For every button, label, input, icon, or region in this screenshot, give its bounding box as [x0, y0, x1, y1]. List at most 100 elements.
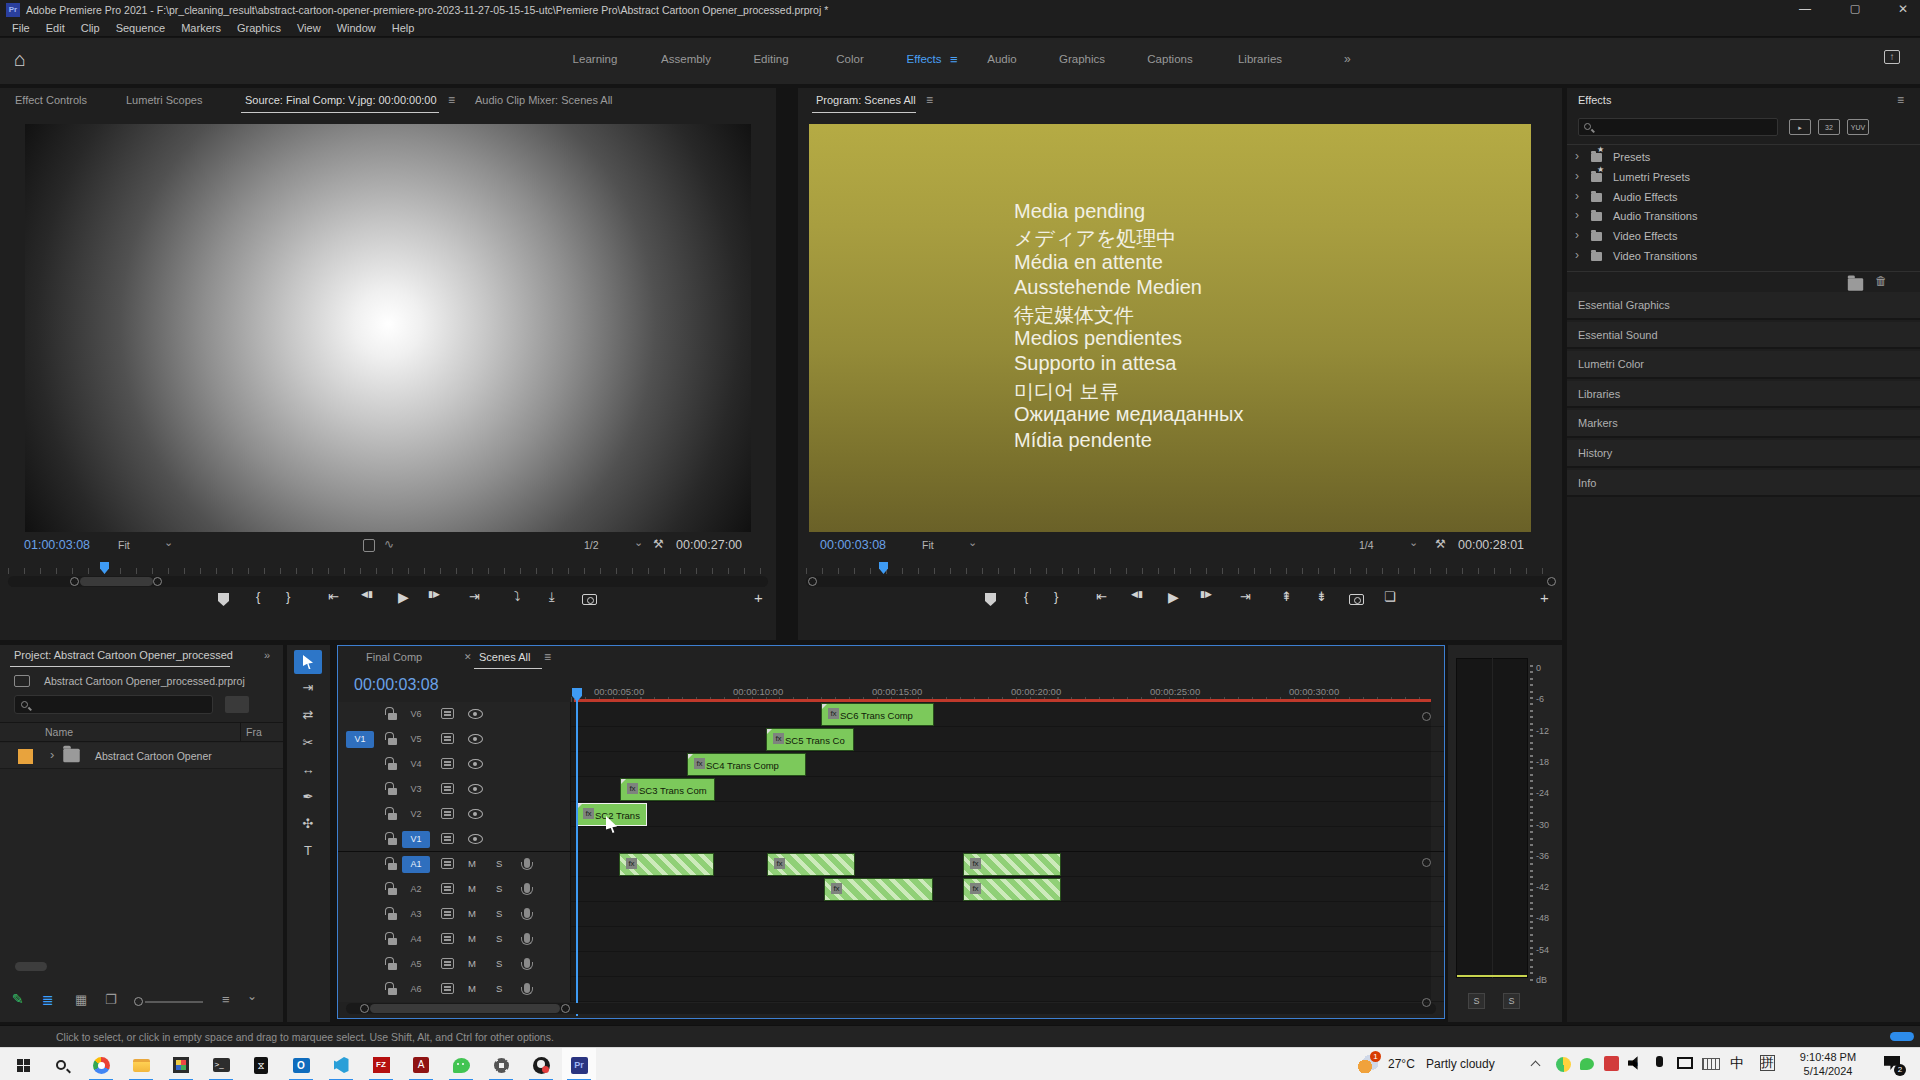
tab-effect-controls[interactable]: Effect Controls — [15, 94, 87, 106]
zoom-slider-track[interactable] — [145, 1001, 203, 1003]
clock-time[interactable]: 9:10:48 PM — [1793, 1051, 1863, 1063]
audio-clip[interactable]: fx — [963, 853, 1061, 876]
program-timecode[interactable]: 00:00:03:08 — [820, 538, 886, 552]
tab-effects[interactable]: Effects — [1578, 94, 1611, 106]
track-name-v6[interactable]: V6 — [402, 706, 430, 723]
effects-folder-label[interactable]: Presets — [1613, 151, 1650, 163]
tray-wechat-icon[interactable] — [1580, 1058, 1594, 1070]
slip-tool[interactable]: ↔ — [294, 759, 322, 783]
taskbar-search-button[interactable] — [48, 1052, 74, 1078]
freeform-view-button[interactable]: ❐ — [105, 992, 117, 1007]
track-content[interactable] — [571, 827, 1431, 852]
program-zoom-select[interactable]: Fit⌄ — [916, 536, 982, 554]
track-output-eye-icon[interactable] — [468, 784, 483, 794]
solo-right-button[interactable]: S — [1503, 993, 1520, 1009]
effects-folder-label[interactable]: Lumetri Presets — [1613, 171, 1690, 183]
chevron-right-icon[interactable]: › — [1575, 189, 1579, 203]
zoom-slider-handle[interactable] — [134, 997, 143, 1006]
go-to-in-button[interactable]: ⇤ — [1096, 589, 1107, 604]
tab-scenes-all[interactable]: Scenes All — [479, 651, 530, 663]
track-lock-icon[interactable] — [388, 888, 397, 895]
taskbar-start-button[interactable] — [10, 1052, 36, 1078]
track-mute-button[interactable]: M — [468, 858, 476, 869]
track-mute-button[interactable]: M — [468, 958, 476, 969]
track-output-eye-icon[interactable] — [468, 709, 483, 719]
add-marker-button[interactable] — [218, 593, 229, 606]
workspace-overflow-icon[interactable]: » — [1344, 52, 1351, 66]
pen-tool[interactable]: ✒ — [294, 786, 322, 810]
taskbar-settings[interactable] — [488, 1052, 514, 1078]
track-mute-button[interactable]: M — [468, 908, 476, 919]
label-color-chip[interactable] — [18, 749, 33, 764]
minimize-button[interactable]: — — [1790, 2, 1820, 16]
collapsed-panel-label[interactable]: Info — [1578, 477, 1596, 489]
effects-folder-label[interactable]: Audio Effects — [1613, 191, 1678, 203]
clock-date[interactable]: 5/14/2024 — [1793, 1065, 1863, 1077]
track-solo-button[interactable]: S — [496, 933, 502, 944]
workspace-tab-assembly[interactable]: Assembly — [661, 53, 711, 65]
maximize-button[interactable]: ▢ — [1840, 2, 1870, 15]
workspace-tab-graphics[interactable]: Graphics — [1059, 53, 1105, 65]
audio-clip[interactable]: fx — [963, 878, 1061, 901]
taskbar-photos[interactable] — [168, 1052, 194, 1078]
yuv-effects-button[interactable]: YUV — [1847, 119, 1869, 135]
tray-mic-icon[interactable] — [1656, 1056, 1663, 1067]
track-content[interactable] — [571, 977, 1431, 1002]
vscrollbar-handle[interactable] — [1422, 858, 1431, 867]
track-name-a5[interactable]: A5 — [402, 956, 430, 973]
workspace-tab-libraries[interactable]: Libraries — [1238, 53, 1282, 65]
delete-custom-item-icon[interactable]: 🗑 — [1875, 274, 1887, 288]
sort-icon[interactable]: ≡ — [222, 992, 230, 1007]
scrollbar-handle-left[interactable] — [808, 577, 817, 586]
accelerated-effects-button[interactable]: ▸ — [1789, 119, 1811, 135]
track-sync-toggle-icon[interactable] — [441, 783, 454, 794]
tab-project[interactable]: Project: Abstract Cartoon Opener_process… — [14, 649, 233, 661]
workspace-tab-captions[interactable]: Captions — [1147, 53, 1192, 65]
effects-tree-row[interactable]: ›Video Effects — [1567, 227, 1920, 246]
mark-in-button[interactable]: { — [1024, 589, 1028, 604]
tab-program-monitor[interactable]: Program: Scenes All — [816, 94, 916, 106]
export-frame-button[interactable] — [582, 594, 597, 605]
source-patch-v1[interactable]: V1 — [346, 731, 374, 748]
workspace-tab-effects[interactable]: Effects — [907, 53, 942, 65]
column-framerate[interactable]: Fra — [246, 726, 262, 738]
workspace-tab-audio[interactable]: Audio — [987, 53, 1016, 65]
tray-qqmusic-icon[interactable] — [1556, 1057, 1571, 1072]
track-record-mic-icon[interactable] — [524, 908, 530, 918]
go-to-out-button[interactable]: ⇥ — [469, 589, 480, 604]
taskbar-terminal[interactable]: >_ — [208, 1052, 234, 1078]
extract-button[interactable]: ⇟ — [1316, 589, 1327, 604]
effects-tree-row[interactable]: ›Video Transitions — [1567, 247, 1920, 266]
track-content[interactable] — [571, 902, 1431, 927]
collapsed-panel-label[interactable]: History — [1578, 447, 1612, 459]
drag-audio-icon[interactable]: ∿ — [384, 537, 394, 551]
tab-source-monitor[interactable]: Source: Final Comp: V.jpg: 00:00:00:00 — [245, 94, 437, 106]
go-to-in-button[interactable]: ⇤ — [328, 589, 339, 604]
selection-tool[interactable] — [294, 650, 322, 674]
effects-tree-row[interactable]: ›Audio Transitions — [1567, 207, 1920, 226]
vscrollbar-handle[interactable] — [1422, 998, 1431, 1007]
tray-volume-icon[interactable]: 🕪 — [1628, 1055, 1644, 1071]
track-name-v2[interactable]: V2 — [402, 806, 430, 823]
track-sync-toggle-icon[interactable] — [441, 883, 454, 894]
tab-lumetri-scopes[interactable]: Lumetri Scopes — [126, 94, 202, 106]
collapsed-panel-label[interactable]: Libraries — [1578, 388, 1620, 400]
close-tab-icon[interactable]: ✕ — [464, 652, 472, 662]
track-solo-button[interactable]: S — [496, 858, 502, 869]
collapsed-panel-essential-sound[interactable]: Essential Sound — [1567, 322, 1920, 350]
track-select-forward-tool[interactable]: ⇥ — [294, 677, 322, 701]
taskbar-vscode[interactable] — [328, 1052, 354, 1078]
track-record-mic-icon[interactable] — [524, 958, 530, 968]
lift-button[interactable]: ⇞ — [1281, 589, 1292, 604]
chevron-right-icon[interactable]: › — [50, 747, 54, 762]
weather-desc[interactable]: Partly cloudy — [1426, 1057, 1495, 1071]
chevron-right-icon[interactable]: › — [1575, 149, 1579, 163]
menu-file[interactable]: File — [4, 22, 38, 34]
weather-temp[interactable]: 27°C — [1388, 1057, 1415, 1071]
chevron-right-icon[interactable]: › — [1575, 169, 1579, 183]
hand-tool[interactable]: ✣ — [294, 813, 322, 837]
source-resolution-select[interactable]: 1/2⌄ — [578, 536, 648, 554]
new-custom-bin-icon[interactable] — [1848, 278, 1863, 291]
tab-final-comp[interactable]: Final Comp — [366, 651, 422, 663]
track-lock-icon[interactable] — [388, 763, 397, 770]
